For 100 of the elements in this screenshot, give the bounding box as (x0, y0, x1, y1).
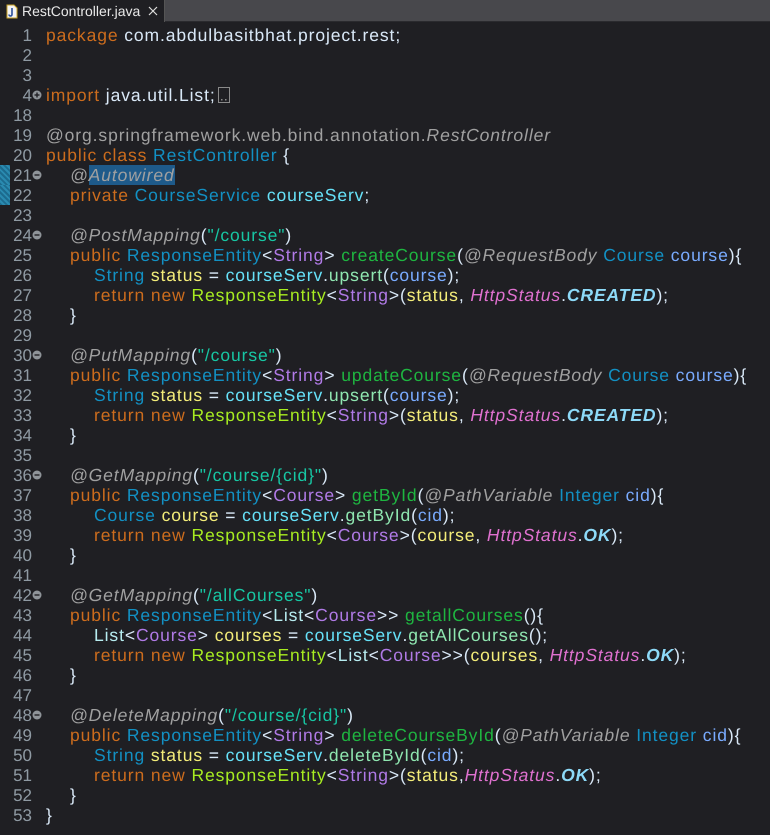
code-token: . (578, 525, 584, 545)
code-token: upsert (328, 385, 383, 405)
code-token: courses (470, 645, 538, 665)
line-number: 26 (12, 266, 32, 286)
line-number: 42 (12, 586, 32, 606)
code-token: HttpStatus (550, 645, 640, 665)
code-token: > (324, 245, 336, 265)
code-token: ResponseEntity (191, 765, 327, 785)
code-token: < (262, 245, 274, 265)
code-token: String (273, 245, 324, 265)
collapse-icon[interactable] (32, 470, 42, 480)
collapse-icon[interactable] (32, 170, 42, 180)
code-token: public (70, 245, 122, 265)
line-number: 45 (12, 646, 32, 666)
code-token: @GetMapping (70, 465, 194, 485)
code-token: ) (285, 225, 292, 245)
code-token: (); (528, 625, 548, 645)
code-token: } (70, 425, 77, 445)
code-token: ResponseEntity (126, 245, 262, 265)
line-number: 43 (12, 606, 32, 626)
close-icon[interactable] (148, 6, 158, 16)
line-number: 20 (12, 146, 32, 166)
collapse-icon[interactable] (32, 230, 42, 240)
code-token: course (670, 245, 729, 265)
code-token: Course (136, 625, 198, 645)
code-token: @RequestBody (464, 245, 598, 265)
code-token: com.abdulbasitbhat.project.rest; (124, 25, 402, 45)
code-token: ( (193, 585, 200, 605)
line-number: 24 (12, 226, 32, 246)
collapse-icon[interactable] (32, 590, 42, 600)
line-number: 4 (22, 86, 32, 106)
code-token: createCourse (341, 245, 458, 265)
code-token: > (324, 365, 336, 385)
code-token: < (326, 525, 338, 545)
code-token: ( (382, 265, 390, 285)
code-token: < (262, 725, 274, 745)
code-token: String (338, 405, 389, 425)
code-token: ResponseEntity (191, 525, 327, 545)
code-token: upsert (328, 265, 383, 285)
code-token: Course (315, 605, 377, 625)
line-number: 33 (12, 406, 32, 426)
line-number: 48 (12, 706, 32, 726)
code-token: { (282, 145, 290, 165)
java-file-icon (6, 4, 18, 18)
code-token: HttpStatus (486, 525, 578, 545)
code-token: status (150, 385, 203, 405)
code-token: return new (94, 525, 187, 545)
code-token: String (94, 265, 146, 285)
code-token: ( (411, 505, 418, 525)
line-number: 25 (12, 246, 32, 266)
code-token: "/course/{cid}" (224, 705, 348, 725)
collapse-icon[interactable] (32, 710, 42, 720)
code-token: "/course" (207, 225, 286, 245)
code-token: "/course/{cid}" (200, 465, 322, 485)
line-number: 46 (12, 666, 32, 686)
code-token: . (323, 265, 329, 285)
code-token: } (70, 665, 77, 685)
code-token: ( (418, 485, 424, 505)
code-token: ); (442, 505, 456, 525)
code-token: return new (94, 285, 187, 305)
code-token: } (70, 545, 77, 565)
code-token: List (94, 625, 125, 645)
code-token: < (326, 645, 338, 665)
code-token: private (70, 185, 130, 205)
code-token: java.util.List; (106, 85, 216, 105)
code-token: ){ (728, 245, 742, 265)
code-token: ); (448, 265, 460, 285)
code-token: ResponseEntity (191, 405, 327, 425)
collapse-icon[interactable] (32, 350, 42, 360)
code-token: courseServ (242, 505, 340, 525)
code-token: HttpStatus (464, 765, 556, 785)
code-token: , (475, 525, 482, 545)
code-token: ); (656, 285, 669, 305)
folded-code-icon[interactable] (218, 87, 230, 103)
line-number: 44 (12, 626, 32, 646)
code-token: ResponseEntity (126, 605, 262, 625)
editor-tab[interactable]: RestController.java (0, 0, 166, 22)
code-token: String (94, 745, 146, 765)
code-token: . (561, 405, 567, 425)
expand-icon[interactable] (32, 90, 42, 100)
code-token: CourseService (134, 185, 262, 205)
code-token: ){ (650, 485, 664, 505)
line-number: 52 (12, 786, 32, 806)
code-token: String (94, 385, 146, 405)
code-token: public (70, 365, 122, 385)
code-token: ) (322, 465, 329, 485)
code-token: Course (380, 645, 442, 665)
code-token: courseServ (226, 385, 324, 405)
code-token: String (338, 765, 389, 785)
line-number: 32 (12, 386, 32, 406)
line-number: 18 (12, 106, 32, 126)
line-number: 28 (12, 306, 32, 326)
code-token: RestController (153, 145, 278, 165)
code-token: deleteCourseById (341, 725, 495, 745)
code-token: . (323, 745, 329, 765)
code-token: >( (388, 285, 407, 305)
code-token: ( (494, 725, 502, 745)
code-token: } (46, 805, 53, 825)
code-token: < (262, 485, 274, 505)
code-token: (){ (524, 605, 544, 625)
